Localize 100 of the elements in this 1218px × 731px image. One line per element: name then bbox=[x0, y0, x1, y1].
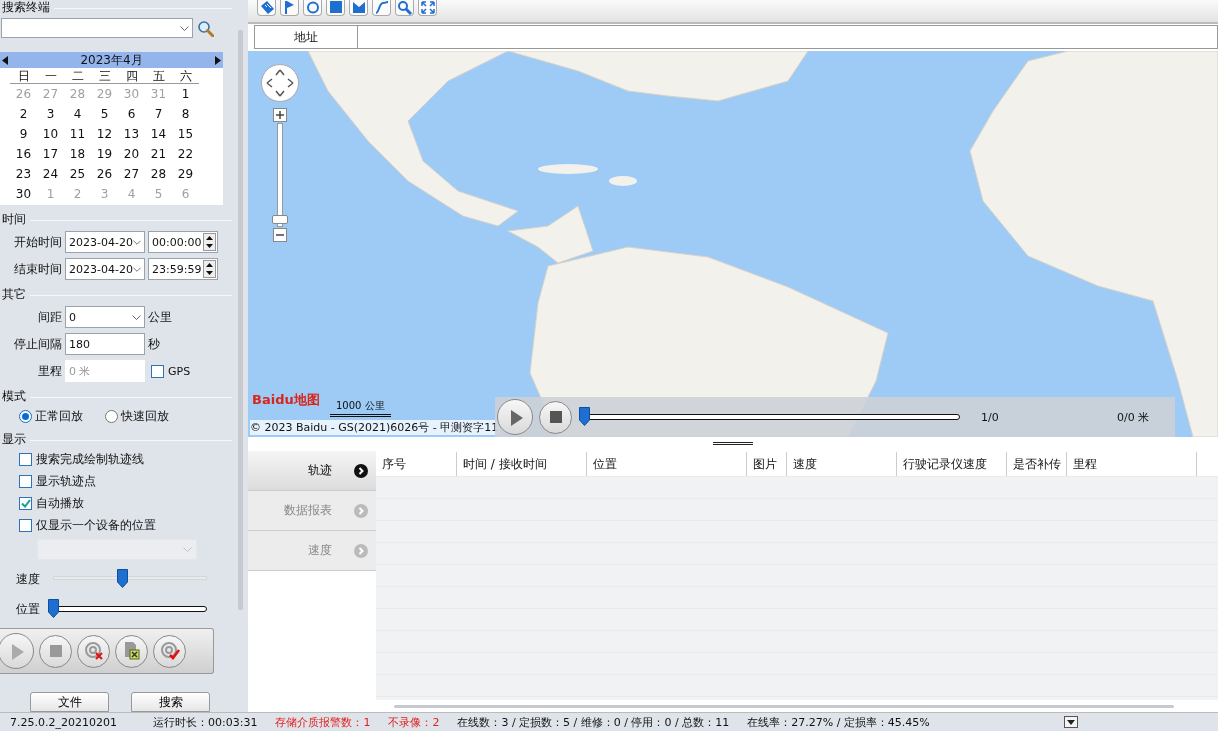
distance-select[interactable]: 0 bbox=[65, 306, 145, 329]
dropdown-icon[interactable] bbox=[1064, 716, 1078, 728]
slider-thumb[interactable] bbox=[117, 569, 129, 589]
scrollbar-thumb[interactable] bbox=[237, 30, 243, 610]
time-field[interactable]: 00:00:00 bbox=[148, 231, 218, 254]
zoom-in-button[interactable] bbox=[273, 108, 287, 122]
calendar-day[interactable]: 30 bbox=[15, 184, 32, 204]
square-icon bbox=[327, 0, 344, 15]
curve-icon bbox=[373, 0, 390, 15]
next-month-icon[interactable] bbox=[215, 55, 221, 65]
search-tool-button[interactable] bbox=[395, 0, 414, 16]
chevron-circle-icon bbox=[354, 543, 368, 558]
calendar-day[interactable]: 2 bbox=[19, 104, 28, 124]
calendar-day[interactable]: 16 bbox=[15, 144, 32, 164]
calendar-day[interactable]: 4 bbox=[73, 104, 82, 124]
play-button[interactable] bbox=[497, 399, 533, 435]
calendar-day[interactable]: 11 bbox=[69, 124, 86, 144]
play-button[interactable] bbox=[0, 633, 34, 670]
display-checkbox[interactable]: 显示轨迹点 bbox=[19, 473, 232, 491]
previous-month-icon[interactable] bbox=[2, 55, 8, 65]
fullscreen-tool-button[interactable] bbox=[418, 0, 437, 16]
spinner-icon[interactable] bbox=[203, 233, 216, 252]
calendar-day[interactable]: 15 bbox=[177, 124, 194, 144]
date-picker[interactable]: 2023-04-20 bbox=[65, 231, 145, 254]
calendar-day[interactable]: 24 bbox=[42, 164, 59, 184]
display-checkbox[interactable]: 搜索完成绘制轨迹线 bbox=[19, 451, 232, 469]
calendar-day[interactable]: 9 bbox=[19, 124, 28, 144]
map-logo: Baidu地图 bbox=[252, 391, 320, 409]
playback-position: 1/0 bbox=[981, 410, 1000, 424]
chevron-circle-icon bbox=[354, 463, 368, 478]
side-tab[interactable]: 轨迹 bbox=[248, 451, 376, 491]
section-title: 时间 bbox=[2, 210, 26, 228]
calendar-day[interactable]: 13 bbox=[123, 124, 140, 144]
calendar-day[interactable]: 23 bbox=[15, 164, 32, 184]
calendar-day[interactable]: 8 bbox=[181, 104, 190, 124]
map-copyright: © 2023 Baidu - GS(2021)6026号 - 甲测资字11 bbox=[250, 420, 501, 435]
zoom-out-button[interactable] bbox=[273, 228, 287, 242]
display-checkbox[interactable]: 仅显示一个设备的位置 bbox=[19, 517, 232, 535]
calendar-day[interactable]: 19 bbox=[96, 144, 113, 164]
calendar-day[interactable]: 26 bbox=[96, 164, 113, 184]
address-label: 地址 bbox=[255, 26, 358, 48]
flag-tool-button[interactable] bbox=[280, 0, 299, 16]
gps-checkbox[interactable]: GPS bbox=[151, 364, 191, 378]
calendar-day[interactable]: 25 bbox=[69, 164, 86, 184]
calendar-day[interactable]: 21 bbox=[150, 144, 167, 164]
playback-distance: 0/0 米 bbox=[1117, 409, 1150, 425]
circle-tool-button[interactable] bbox=[303, 0, 322, 16]
weekday-label: 三 bbox=[91, 68, 118, 84]
calendar-day[interactable]: 27 bbox=[123, 164, 140, 184]
slider-thumb[interactable] bbox=[48, 599, 59, 619]
mode-radio[interactable]: 快速回放 bbox=[105, 408, 169, 426]
weekday-label: 一 bbox=[37, 68, 64, 84]
status-text: 存储介质报警数：1 bbox=[275, 714, 371, 730]
calendar-day[interactable]: 17 bbox=[42, 144, 59, 164]
panel-button[interactable]: 文件 bbox=[30, 692, 109, 712]
date-picker[interactable]: 2023-04-20 bbox=[65, 258, 145, 281]
clear-track-button[interactable] bbox=[77, 634, 110, 668]
pan-control[interactable] bbox=[261, 64, 299, 102]
calendar-day[interactable]: 18 bbox=[69, 144, 86, 164]
mileage-field: 0 米 bbox=[65, 360, 145, 383]
calendar-day[interactable]: 22 bbox=[177, 144, 194, 164]
calendar-day[interactable]: 5 bbox=[100, 104, 109, 124]
status-text: 在线率：27.27% / 定损率：45.45% bbox=[747, 714, 930, 730]
confirm-button[interactable] bbox=[153, 634, 186, 668]
zoom-slider-track[interactable] bbox=[277, 123, 283, 227]
ruler-tool-button[interactable] bbox=[257, 0, 276, 16]
display-checkbox[interactable]: 自动播放 bbox=[19, 495, 232, 513]
stop-button[interactable] bbox=[539, 400, 572, 434]
field-label: 开始时间 bbox=[13, 233, 62, 251]
section-title: 模式 bbox=[2, 387, 26, 405]
progress-thumb[interactable] bbox=[579, 407, 590, 426]
calendar-day[interactable]: 14 bbox=[150, 124, 167, 144]
search-icon[interactable] bbox=[197, 19, 214, 37]
polygon-tool-button[interactable] bbox=[349, 0, 368, 16]
zoom-slider-thumb[interactable] bbox=[272, 215, 288, 224]
stop-interval-field[interactable]: 180 bbox=[65, 333, 145, 356]
time-field[interactable]: 23:59:59 bbox=[148, 258, 218, 281]
terminal-search-field[interactable] bbox=[1, 18, 193, 38]
calendar-day[interactable]: 29 bbox=[177, 164, 194, 184]
calendar-day[interactable]: 20 bbox=[123, 144, 140, 164]
spinner-icon[interactable] bbox=[203, 260, 216, 279]
calendar-day[interactable]: 3 bbox=[46, 104, 55, 124]
map-view[interactable]: Baidu地图 1000 公里 © 2023 Baidu - GS(2021)6026号 - 甲测资字11 1/0 0/0 米 bbox=[248, 51, 1218, 437]
scrollbar-thumb[interactable] bbox=[394, 704, 1174, 708]
mode-radio[interactable]: 正常回放 bbox=[19, 408, 83, 426]
calendar-day[interactable]: 12 bbox=[96, 124, 113, 144]
clear-file-button[interactable] bbox=[115, 634, 148, 668]
section-title: 搜索终端 bbox=[2, 0, 50, 16]
square-tool-button[interactable] bbox=[326, 0, 345, 16]
calendar-day[interactable]: 28 bbox=[150, 164, 167, 184]
target-cross-icon bbox=[83, 641, 104, 662]
splitter-handle[interactable] bbox=[713, 441, 753, 445]
curve-tool-button[interactable] bbox=[372, 0, 391, 16]
map-scale: 1000 公里 bbox=[330, 399, 391, 417]
calendar-day[interactable]: 1 bbox=[181, 84, 190, 104]
panel-button[interactable]: 搜索 bbox=[131, 692, 210, 712]
calendar-month: 2023年4月 bbox=[80, 51, 143, 69]
calendar-day[interactable]: 10 bbox=[42, 124, 59, 144]
calendar-day[interactable]: 6 bbox=[127, 104, 136, 124]
calendar-day[interactable]: 7 bbox=[154, 104, 163, 124]
